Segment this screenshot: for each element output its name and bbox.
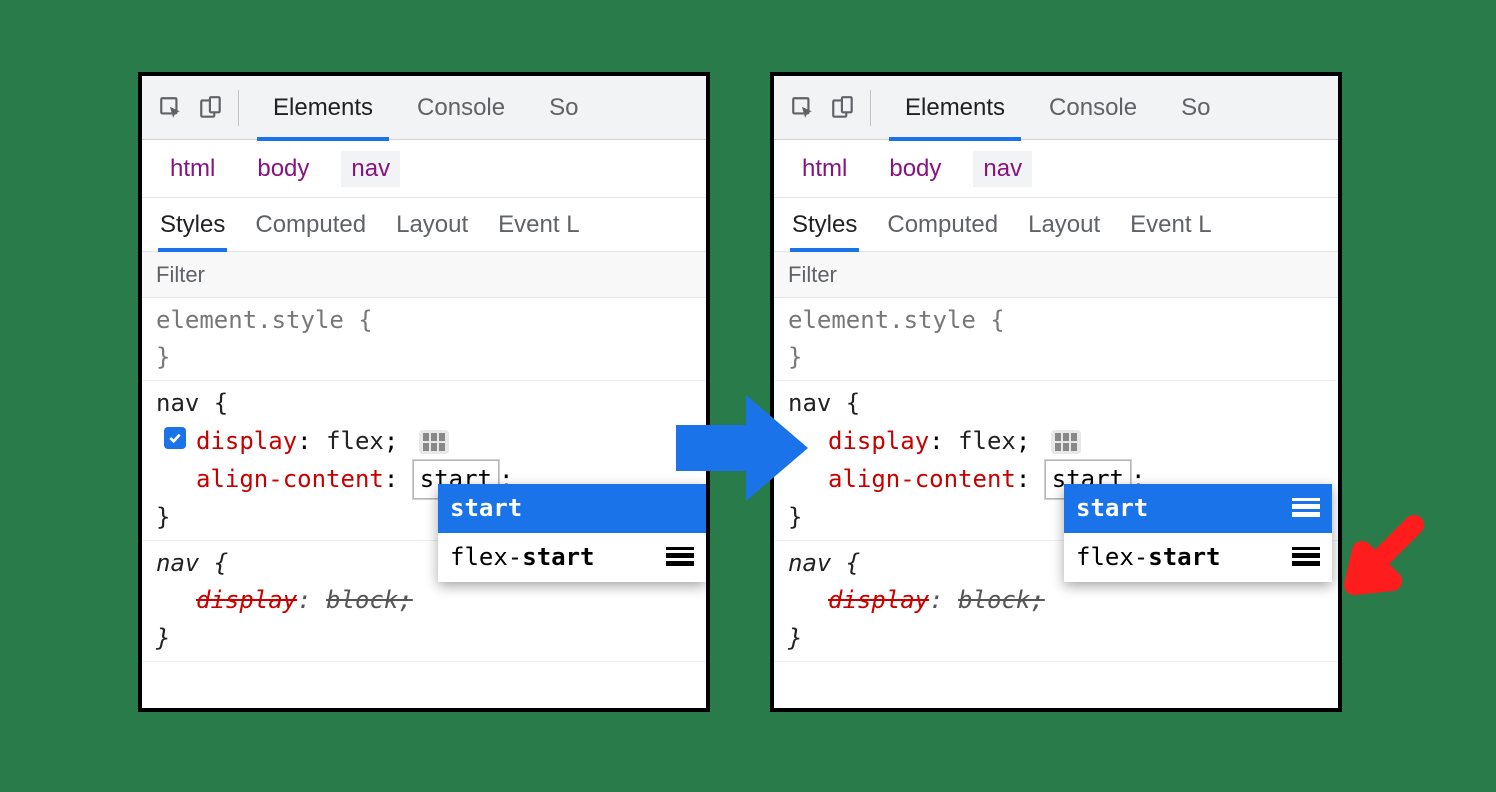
- tab-sources-truncated[interactable]: So: [1159, 76, 1232, 140]
- rule-element-style: element.style { }: [774, 298, 1338, 381]
- dom-breadcrumb: html body nav: [774, 140, 1338, 198]
- prop-name: display: [828, 586, 929, 614]
- prop-name[interactable]: display: [196, 427, 297, 455]
- rule-element-style: element.style { }: [142, 298, 706, 381]
- filter-placeholder: Filter: [788, 262, 837, 288]
- devtools-panel-before: Elements Console So html body nav Styles…: [138, 72, 710, 712]
- subtab-computed[interactable]: Computed: [887, 198, 998, 251]
- prop-value: block;: [326, 586, 413, 614]
- inspect-icon[interactable]: [156, 93, 186, 123]
- styles-code-area: element.style { } nav { display: flex; a…: [774, 298, 1338, 662]
- tab-elements[interactable]: Elements: [883, 76, 1027, 140]
- prop-name[interactable]: align-content: [196, 465, 384, 493]
- devtools-panel-after: Elements Console So html body nav Styles…: [770, 72, 1342, 712]
- tab-label: So: [1181, 94, 1210, 122]
- prop-display-block-overridden[interactable]: display: block;: [156, 582, 692, 619]
- dom-breadcrumb: html body nav: [142, 140, 706, 198]
- dropdown-item-flex-start[interactable]: flex-start: [438, 533, 706, 582]
- device-toggle-icon[interactable]: [196, 93, 226, 123]
- dropdown-item-label: flex-: [1076, 543, 1148, 571]
- dropdown-item-label-bold: start: [1148, 543, 1220, 571]
- styles-filter-input[interactable]: Filter: [774, 252, 1338, 298]
- tab-console[interactable]: Console: [1027, 76, 1159, 140]
- subtab-event-truncated[interactable]: Event L: [498, 198, 579, 251]
- close-brace: }: [788, 339, 1324, 376]
- inspect-icon[interactable]: [788, 93, 818, 123]
- flexbox-editor-icon[interactable]: [1051, 430, 1081, 454]
- tab-elements[interactable]: Elements: [251, 76, 395, 140]
- prop-display-block-overridden[interactable]: display: block;: [788, 582, 1324, 619]
- close-brace: }: [156, 620, 692, 657]
- selector-element-style[interactable]: element.style {: [788, 302, 1324, 339]
- selector-nav[interactable]: nav {: [156, 385, 692, 422]
- tab-label: Elements: [273, 94, 373, 122]
- devtools-main-tabs: Elements Console So: [883, 76, 1338, 140]
- breadcrumb-nav[interactable]: nav: [341, 151, 400, 187]
- subtab-label: Computed: [255, 211, 366, 239]
- tab-label: Elements: [905, 94, 1005, 122]
- devtools-main-tabs: Elements Console So: [251, 76, 706, 140]
- subtab-label: Layout: [396, 211, 468, 239]
- property-enable-checkbox[interactable]: [164, 427, 186, 449]
- dropdown-item-start[interactable]: start: [438, 484, 706, 533]
- tab-console[interactable]: Console: [395, 76, 527, 140]
- selector-element-style[interactable]: element.style {: [156, 302, 692, 339]
- close-brace: }: [156, 339, 692, 376]
- subtab-label: Styles: [792, 211, 857, 239]
- prop-name: display: [196, 586, 297, 614]
- dropdown-item-label-bold: start: [450, 494, 522, 522]
- subtab-label: Styles: [160, 211, 225, 239]
- tab-label: So: [549, 94, 578, 122]
- filter-placeholder: Filter: [156, 262, 205, 288]
- prop-value[interactable]: flex: [958, 427, 1016, 455]
- styles-filter-input[interactable]: Filter: [142, 252, 706, 298]
- prop-name[interactable]: align-content: [828, 465, 1016, 493]
- selector-nav[interactable]: nav {: [788, 385, 1324, 422]
- subtab-computed[interactable]: Computed: [255, 198, 366, 251]
- tab-sources-truncated[interactable]: So: [527, 76, 600, 140]
- breadcrumb-nav[interactable]: nav: [973, 151, 1032, 187]
- toolbar-divider: [870, 90, 871, 126]
- subtab-event-truncated[interactable]: Event L: [1130, 198, 1211, 251]
- dropdown-item-label: flex-: [450, 543, 522, 571]
- subtab-layout[interactable]: Layout: [396, 198, 468, 251]
- highlight-arrow-icon: [1344, 507, 1432, 595]
- dropdown-item-flex-start[interactable]: flex-start: [1064, 533, 1332, 582]
- styles-code-area: element.style { } nav { display: flex; a…: [142, 298, 706, 662]
- align-content-start-icon: [1292, 498, 1320, 520]
- dropdown-item-label-bold: start: [522, 543, 594, 571]
- autocomplete-dropdown-before: start flex-start: [438, 484, 706, 582]
- breadcrumb-html[interactable]: html: [160, 151, 225, 187]
- device-toggle-icon[interactable]: [828, 93, 858, 123]
- subtab-styles[interactable]: Styles: [792, 198, 857, 251]
- breadcrumb-body[interactable]: body: [247, 151, 319, 187]
- prop-display-flex[interactable]: display: flex;: [156, 423, 692, 460]
- prop-value[interactable]: flex: [326, 427, 384, 455]
- prop-value: block;: [958, 586, 1045, 614]
- breadcrumb-html[interactable]: html: [792, 151, 857, 187]
- autocomplete-dropdown-after: start flex-start: [1064, 484, 1332, 582]
- toolbar-divider: [238, 90, 239, 126]
- align-content-start-icon: [666, 547, 694, 569]
- breadcrumb-body[interactable]: body: [879, 151, 951, 187]
- subtab-label: Layout: [1028, 211, 1100, 239]
- subtab-label: Event L: [498, 211, 579, 239]
- align-content-start-icon: [1292, 547, 1320, 569]
- subtab-styles[interactable]: Styles: [160, 198, 225, 251]
- prop-name[interactable]: display: [828, 427, 929, 455]
- styles-subtabs: Styles Computed Layout Event L: [142, 198, 706, 252]
- devtools-toolbar: Elements Console So: [142, 76, 706, 140]
- tab-label: Console: [417, 94, 505, 122]
- subtab-layout[interactable]: Layout: [1028, 198, 1100, 251]
- subtab-label: Computed: [887, 211, 998, 239]
- flexbox-editor-icon[interactable]: [419, 430, 449, 454]
- tab-label: Console: [1049, 94, 1137, 122]
- subtab-label: Event L: [1130, 211, 1211, 239]
- devtools-toolbar: Elements Console So: [774, 76, 1338, 140]
- prop-display-flex[interactable]: display: flex;: [788, 423, 1324, 460]
- dropdown-item-start[interactable]: start: [1064, 484, 1332, 533]
- styles-subtabs: Styles Computed Layout Event L: [774, 198, 1338, 252]
- close-brace: }: [788, 620, 1324, 657]
- dropdown-item-label-bold: start: [1076, 494, 1148, 522]
